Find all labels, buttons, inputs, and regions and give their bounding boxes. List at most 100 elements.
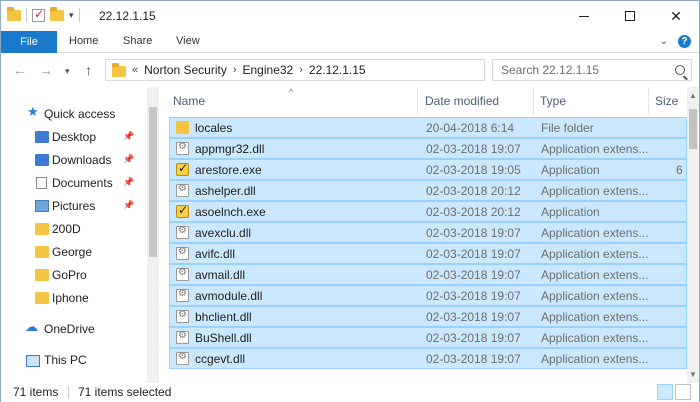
- table-row[interactable]: avexclu.dll 02-03-2018 19:07 Application e…: [169, 222, 687, 243]
- file-name: avifc.dll: [195, 247, 236, 261]
- breadcrumb-overflow[interactable]: «: [132, 64, 138, 76]
- close-icon: ✕: [670, 7, 682, 24]
- nav-item-downloads[interactable]: Downloads 📌: [1, 149, 147, 171]
- table-row[interactable]: arestore.exe 02-03-2018 19:05 Application 6: [169, 159, 687, 180]
- nav-item-label: Downloads: [52, 153, 112, 167]
- scroll-up-icon[interactable]: ▲: [687, 91, 699, 100]
- file-date-modified: 02-03-2018 19:07: [426, 289, 521, 303]
- breadcrumb-norton-security[interactable]: Norton Security: [144, 63, 227, 77]
- nav-item-this-pc[interactable]: This PC: [1, 349, 147, 371]
- nav-item-george[interactable]: George: [1, 241, 147, 263]
- file-date-modified: 02-03-2018 19:07: [426, 226, 521, 240]
- properties-icon[interactable]: [32, 7, 45, 22]
- expand-ribbon-icon[interactable]: ⌄: [660, 36, 668, 47]
- file-list-scrollbar[interactable]: ▲ ▼: [687, 87, 699, 383]
- table-row[interactable]: asoelnch.exe 02-03-2018 20:12 Application: [169, 201, 687, 222]
- file-type: Application extens...: [541, 247, 649, 261]
- breadcrumb-chevron-icon[interactable]: ›: [299, 64, 303, 76]
- forward-arrow-icon[interactable]: →: [39, 62, 53, 78]
- table-row[interactable]: avmodule.dll 02-03-2018 19:07 Application …: [169, 285, 687, 306]
- new-folder-icon[interactable]: [50, 6, 64, 21]
- file-name: ccgevt.dll: [195, 352, 246, 366]
- nav-item-label: George: [52, 245, 93, 259]
- help-icon[interactable]: ?: [678, 35, 691, 48]
- table-row[interactable]: bhclient.dll 02-03-2018 19:07 Application …: [169, 306, 687, 327]
- nav-item-desktop[interactable]: Desktop 📌: [1, 126, 147, 148]
- navigation-pane: ★ Quick access Desktop 📌 Downloads 📌 Doc…: [1, 87, 159, 383]
- dll-icon: [176, 183, 189, 197]
- column-divider[interactable]: [417, 87, 418, 115]
- file-name: bhclient.dll: [195, 310, 252, 324]
- documents-folder-icon: [36, 177, 47, 189]
- table-row[interactable]: ccgevt.dll 02-03-2018 19:07 Application ex…: [169, 348, 687, 369]
- address-bar[interactable]: « Norton Security › Engine32 › 22.12.1.1…: [105, 59, 587, 81]
- table-row[interactable]: BuShell.dll 02-03-2018 19:07 Application e…: [169, 327, 687, 348]
- downloads-folder-icon: [35, 154, 49, 166]
- nav-item-pictures[interactable]: Pictures 📌: [1, 195, 147, 217]
- large-icons-view-button[interactable]: [675, 384, 691, 400]
- column-header-name[interactable]: Name: [173, 94, 205, 108]
- breadcrumb-chevron-icon[interactable]: ›: [233, 64, 237, 76]
- title-bar: ▾ 22.12.1.15 ✕: [1, 1, 699, 31]
- search-input[interactable]: Search 22.12.1.15: [492, 59, 692, 81]
- pin-icon[interactable]: 📌: [123, 177, 134, 188]
- file-type: Application extens...: [541, 226, 649, 240]
- tab-share[interactable]: Share: [123, 35, 152, 47]
- nav-item-200d[interactable]: 200D: [1, 218, 147, 240]
- nav-item-quick-access[interactable]: ★ Quick access: [1, 103, 147, 125]
- dll-icon: [176, 330, 189, 344]
- file-type: Application extens...: [541, 268, 649, 282]
- maximize-button[interactable]: [607, 1, 653, 31]
- file-name: ashelper.dll: [195, 184, 256, 198]
- search-icon: [675, 65, 685, 75]
- pin-icon[interactable]: 📌: [123, 200, 134, 211]
- tab-view[interactable]: View: [176, 35, 200, 47]
- table-row[interactable]: locales 20-04-2018 6:14 File folder: [169, 117, 687, 138]
- file-date-modified: 02-03-2018 20:12: [426, 184, 521, 198]
- back-arrow-icon[interactable]: ←: [13, 62, 27, 78]
- desktop-folder-icon: [35, 131, 49, 143]
- tab-home[interactable]: Home: [69, 35, 98, 47]
- nav-item-gopro[interactable]: GoPro: [1, 264, 147, 286]
- recent-locations-icon[interactable]: ▾: [65, 66, 70, 77]
- file-type: Application extens...: [541, 310, 649, 324]
- cloud-icon: ☁: [25, 319, 38, 334]
- nav-item-documents[interactable]: Documents 📌: [1, 172, 147, 194]
- tab-file[interactable]: File: [1, 31, 57, 53]
- details-view-button[interactable]: [657, 384, 673, 400]
- file-type: Application extens...: [541, 331, 649, 345]
- breadcrumb-current[interactable]: 22.12.1.15: [309, 63, 366, 77]
- file-date-modified: 02-03-2018 19:07: [426, 268, 521, 282]
- column-divider[interactable]: [533, 87, 534, 115]
- customize-toolbar-icon[interactable]: ▾: [69, 10, 74, 21]
- close-button[interactable]: ✕: [653, 1, 699, 31]
- nav-scrollbar-thumb[interactable]: [149, 107, 157, 257]
- file-date-modified: 02-03-2018 19:07: [426, 352, 521, 366]
- sort-ascending-icon: ^: [289, 87, 294, 97]
- maximize-icon: [625, 11, 635, 21]
- pictures-folder-icon: [35, 200, 49, 212]
- up-arrow-icon[interactable]: ↑: [85, 62, 92, 78]
- pin-icon[interactable]: 📌: [123, 131, 134, 142]
- nav-item-onedrive[interactable]: ☁ OneDrive: [1, 318, 147, 340]
- table-row[interactable]: appmgr32.dll 02-03-2018 19:07 Application …: [169, 138, 687, 159]
- table-row[interactable]: ashelper.dll 02-03-2018 20:12 Application …: [169, 180, 687, 201]
- table-row[interactable]: avmail.dll 02-03-2018 19:07 Application ex…: [169, 264, 687, 285]
- exe-icon: [176, 203, 189, 218]
- column-header-size[interactable]: Size: [655, 94, 678, 108]
- column-header-date[interactable]: Date modified: [425, 94, 499, 108]
- minimize-button[interactable]: [561, 1, 607, 31]
- nav-scrollbar[interactable]: [147, 87, 159, 383]
- file-name: asoelnch.exe: [195, 205, 266, 219]
- column-divider[interactable]: [648, 87, 649, 115]
- computer-icon: [26, 355, 40, 367]
- column-header-type[interactable]: Type: [540, 94, 566, 108]
- table-row[interactable]: avifc.dll 02-03-2018 19:07 Application ext…: [169, 243, 687, 264]
- quick-access-toolbar: ▾: [7, 6, 80, 22]
- nav-item-iphone[interactable]: Iphone: [1, 287, 147, 309]
- scrollbar-thumb[interactable]: [689, 109, 697, 149]
- breadcrumb-engine32[interactable]: Engine32: [243, 63, 294, 77]
- pin-icon[interactable]: 📌: [123, 154, 134, 165]
- scroll-down-icon[interactable]: ▼: [687, 370, 699, 379]
- toolbar-divider: [78, 8, 80, 22]
